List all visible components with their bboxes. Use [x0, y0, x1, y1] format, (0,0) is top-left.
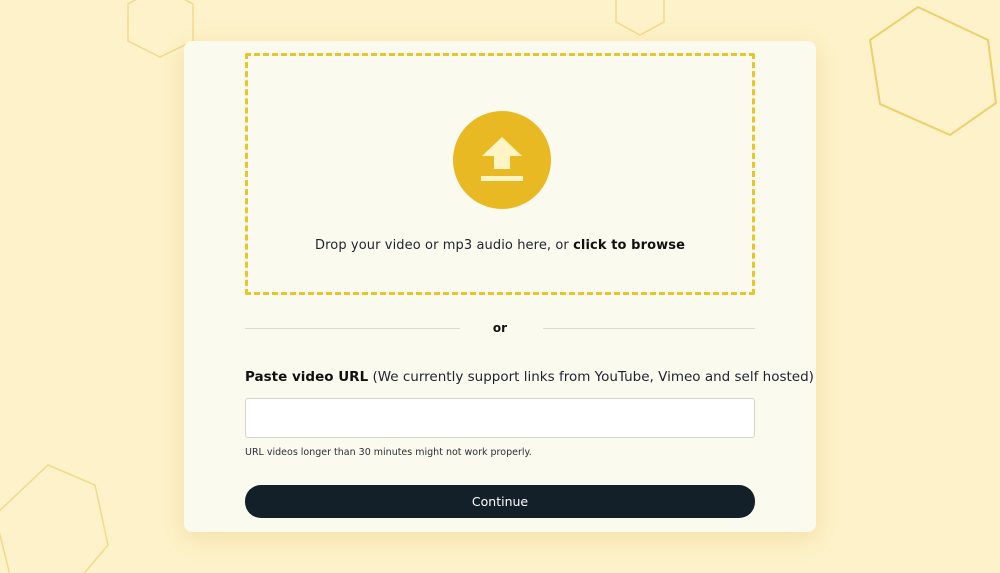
divider-line: [543, 328, 755, 329]
url-label-support-note: (We currently support links from YouTube…: [368, 369, 814, 385]
url-field-label: Paste video URL (We currently support li…: [245, 369, 814, 385]
upload-card: Drop your video or mp3 audio here, or cl…: [184, 41, 816, 532]
video-url-input[interactable]: [245, 398, 755, 438]
or-divider: or: [245, 321, 755, 337]
continue-button[interactable]: Continue: [245, 485, 755, 518]
file-dropzone[interactable]: Drop your video or mp3 audio here, or cl…: [245, 53, 755, 295]
url-hint-text: URL videos longer than 30 minutes might …: [245, 447, 532, 458]
dropzone-text: Drop your video or mp3 audio here, or cl…: [248, 238, 752, 253]
hexagon-decoration: [615, 0, 665, 36]
hexagon-decoration: [0, 464, 109, 573]
hexagon-decoration: [868, 5, 998, 137]
url-label-bold: Paste video URL: [245, 369, 369, 385]
dropzone-instruction: Drop your video or mp3 audio here, or: [315, 238, 574, 253]
upload-arrow-icon: [453, 111, 551, 209]
click-to-browse-link[interactable]: click to browse: [573, 238, 685, 253]
